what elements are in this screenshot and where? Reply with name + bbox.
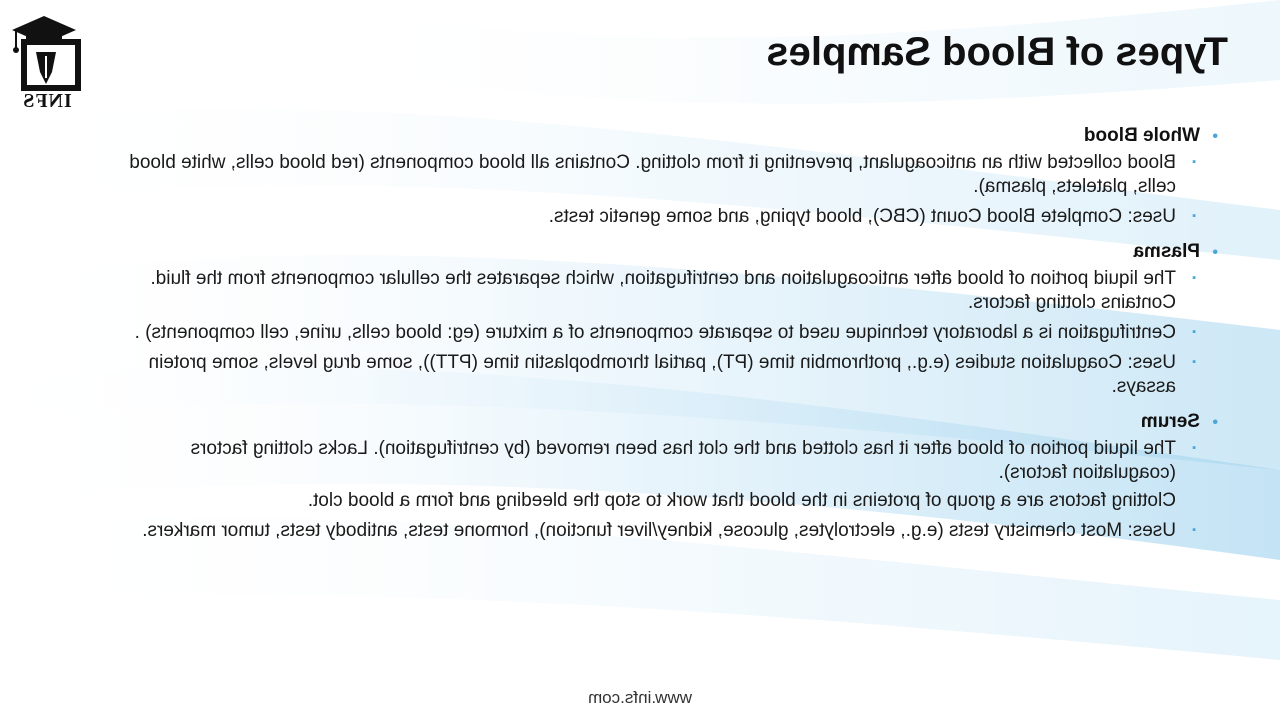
square-bullet-icon: ▪ [1192, 326, 1196, 338]
list-item: ▪ Uses: Complete Blood Count (CBC), bloo… [93, 205, 1196, 229]
list-item: ▪ Centrifugation is a laboratory techniq… [93, 321, 1196, 345]
section-heading: • Serum [93, 411, 1218, 433]
list-item: ▪ Uses: Most chemistry tests (e.g., elec… [93, 519, 1196, 543]
list-item-main-text: The liquid portion of blood after it has… [190, 438, 1176, 483]
list-item-text: Uses: Complete Blood Count (CBC), blood … [548, 206, 1176, 227]
square-bullet-icon: ▪ [1192, 272, 1196, 284]
list-item: ▪ Uses: Coagulation studies (e.g., proth… [93, 351, 1196, 399]
bullet-icon: • [1212, 244, 1218, 261]
list-item-text: Uses: Coagulation studies (e.g., prothro… [148, 352, 1176, 397]
square-bullet-icon: ▪ [1192, 356, 1196, 368]
list-item: ▪ The liquid portion of blood after anti… [93, 267, 1196, 315]
section-serum: • Serum ▪ The liquid portion of blood af… [93, 411, 1218, 543]
section-heading-text: Serum [1140, 411, 1200, 432]
list-item-text: The liquid portion of blood after antico… [150, 268, 1176, 313]
section-whole-blood: • Whole Blood ▪ Blood collected with an … [93, 125, 1218, 229]
square-bullet-icon: ▪ [1192, 156, 1196, 168]
list-item: ▪ The liquid portion of blood after it h… [93, 437, 1196, 513]
section-heading-text: Whole Blood [1083, 125, 1200, 146]
square-bullet-icon: ▪ [1192, 210, 1196, 222]
bullet-list: ▪ The liquid portion of blood after it h… [93, 437, 1218, 543]
slide-title: Types of Blood Samples [766, 30, 1228, 74]
square-bullet-icon: ▪ [1192, 442, 1196, 454]
list-item: ▪ Blood collected with an anticoagulant,… [93, 151, 1196, 199]
bullet-icon: • [1212, 414, 1218, 431]
bullet-icon: • [1212, 128, 1218, 145]
bullet-list: ▪ The liquid portion of blood after anti… [93, 267, 1218, 399]
section-heading-text: Plasma [1133, 241, 1200, 262]
section-heading: • Plasma [93, 241, 1218, 263]
infs-logo: INFS [8, 12, 86, 112]
slide: INFS Types of Blood Samples • Whole Bloo… [0, 0, 1280, 720]
list-item-text: Centrifugation is a laboratory technique… [134, 322, 1176, 343]
footer-website: www.infs.com [588, 688, 692, 707]
logo-text: INFS [22, 90, 72, 112]
graduation-cap-icon [12, 16, 81, 91]
section-plasma: • Plasma ▪ The liquid portion of blood a… [93, 241, 1218, 399]
square-bullet-icon: ▪ [1192, 524, 1196, 536]
section-heading: • Whole Blood [93, 125, 1218, 147]
list-item-text: Blood collected with an anticoagulant, p… [129, 152, 1176, 197]
list-item-text: The liquid portion of blood after it has… [93, 437, 1176, 513]
list-item-text: Uses: Most chemistry tests (e.g., electr… [142, 520, 1176, 541]
list-item-subtext: Clotting factors are a group of proteins… [307, 490, 1176, 511]
content: • Whole Blood ▪ Blood collected with an … [93, 125, 1218, 555]
bullet-list: ▪ Blood collected with an anticoagulant,… [93, 151, 1218, 229]
